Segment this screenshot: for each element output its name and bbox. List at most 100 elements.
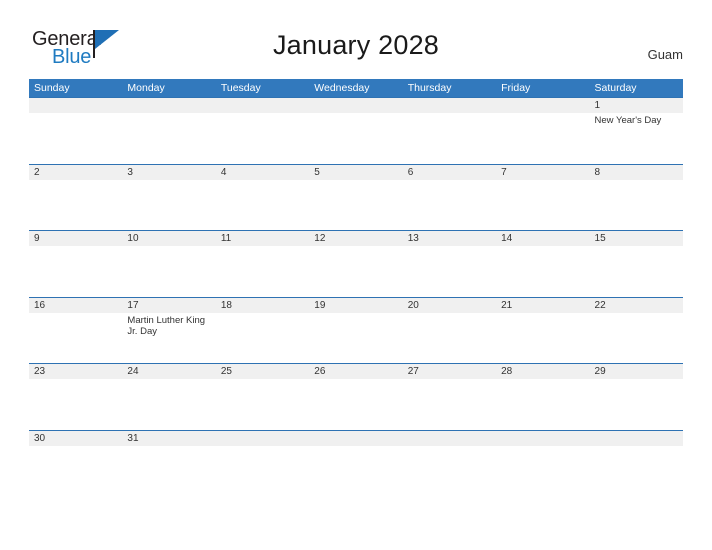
event-cell[interactable] — [29, 246, 122, 296]
day-cell[interactable]: 14 — [496, 231, 589, 246]
day-cell[interactable] — [122, 98, 215, 113]
day-cell[interactable]: 21 — [496, 298, 589, 313]
event-cell[interactable] — [590, 379, 683, 429]
weekday-sunday: Sunday — [34, 82, 70, 94]
event-cell[interactable] — [403, 379, 496, 429]
event-cell[interactable] — [216, 246, 309, 296]
day-cell[interactable]: 27 — [403, 364, 496, 379]
event-cell[interactable] — [29, 180, 122, 230]
day-cell[interactable]: 7 — [496, 165, 589, 180]
weekday-tuesday: Tuesday — [220, 82, 261, 94]
day-cell[interactable] — [29, 98, 122, 113]
day-number: 22 — [594, 299, 606, 311]
event-cell[interactable] — [29, 113, 122, 163]
day-cell[interactable] — [309, 431, 402, 446]
event-cell[interactable] — [216, 446, 309, 496]
event-cell[interactable] — [403, 113, 496, 163]
event-cell[interactable] — [590, 246, 683, 296]
day-cell[interactable]: 10 — [122, 231, 215, 246]
event-cell[interactable] — [29, 446, 122, 496]
event-cell[interactable] — [403, 313, 496, 363]
day-cell[interactable]: 4 — [216, 165, 309, 180]
day-cell[interactable] — [403, 98, 496, 113]
day-cell[interactable]: 28 — [496, 364, 589, 379]
day-cell[interactable] — [590, 431, 683, 446]
day-cell[interactable]: 11 — [216, 231, 309, 246]
event-cell[interactable] — [122, 180, 215, 230]
event-cell[interactable] — [403, 246, 496, 296]
event-cell[interactable] — [309, 313, 402, 363]
day-cell[interactable]: 22 — [590, 298, 683, 313]
day-cell[interactable]: 13 — [403, 231, 496, 246]
event-cell[interactable]: New Year's Day — [590, 113, 683, 163]
event-cell[interactable] — [309, 379, 402, 429]
day-cell[interactable] — [496, 98, 589, 113]
event-cell[interactable] — [29, 379, 122, 429]
event-cell[interactable] — [122, 379, 215, 429]
day-cell[interactable]: 5 — [309, 165, 402, 180]
day-number: 18 — [220, 299, 232, 311]
day-cell[interactable]: 8 — [590, 165, 683, 180]
day-number: 12 — [314, 233, 326, 244]
event-cell[interactable] — [496, 180, 589, 230]
event-cell[interactable] — [309, 246, 402, 296]
day-cell[interactable]: 26 — [309, 364, 402, 379]
weekday-thursday: Thursday — [407, 82, 452, 94]
day-cell[interactable]: 12 — [309, 231, 402, 246]
event-cell[interactable] — [216, 313, 309, 363]
day-cell[interactable]: 6 — [403, 165, 496, 180]
day-cell[interactable]: 2 — [29, 165, 122, 180]
event-cell[interactable] — [496, 446, 589, 496]
day-cell[interactable]: 3 — [122, 165, 215, 180]
event-cell[interactable] — [496, 113, 589, 163]
day-number: 26 — [314, 366, 326, 377]
event-cell[interactable] — [309, 180, 402, 230]
event-cell[interactable] — [29, 313, 122, 363]
day-cell[interactable]: 15 — [590, 231, 683, 246]
day-cell[interactable]: 9 — [29, 231, 122, 246]
week-row: 30 31 — [29, 429, 683, 497]
day-cell[interactable] — [216, 431, 309, 446]
event-cell[interactable] — [122, 446, 215, 496]
event-cell[interactable] — [122, 246, 215, 296]
event-cell[interactable] — [496, 379, 589, 429]
day-cell[interactable] — [496, 431, 589, 446]
event-cell[interactable] — [590, 313, 683, 363]
event-cell[interactable] — [216, 113, 309, 163]
page-title: January 2028 — [272, 30, 440, 60]
day-cell[interactable]: 29 — [590, 364, 683, 379]
event-cell[interactable] — [309, 446, 402, 496]
event-cell[interactable] — [590, 446, 683, 496]
week-row: 16 17 18 19 20 21 22 Martin Luther King … — [29, 296, 683, 364]
day-cell[interactable]: 18 — [216, 298, 309, 313]
event-cell[interactable] — [216, 379, 309, 429]
week-row: 9 10 11 12 13 14 15 — [29, 230, 683, 297]
day-number: 15 — [594, 233, 606, 244]
day-cell[interactable]: 20 — [403, 298, 496, 313]
day-cell[interactable]: 25 — [216, 364, 309, 379]
week-event-band: Martin Luther King Jr. Day — [29, 312, 683, 363]
day-number: 3 — [127, 166, 133, 178]
event-cell[interactable] — [496, 313, 589, 363]
day-number: 20 — [407, 299, 419, 311]
event-cell[interactable] — [309, 113, 402, 163]
day-cell[interactable]: 19 — [309, 298, 402, 313]
day-cell[interactable]: 30 — [29, 431, 122, 446]
day-cell[interactable]: 23 — [29, 364, 122, 379]
day-cell[interactable] — [403, 431, 496, 446]
event-cell[interactable] — [122, 113, 215, 163]
day-cell[interactable]: 16 — [29, 298, 122, 313]
event-cell[interactable] — [403, 180, 496, 230]
day-cell[interactable] — [309, 98, 402, 113]
day-cell[interactable]: 31 — [122, 431, 215, 446]
day-cell[interactable]: 17 — [122, 298, 215, 313]
event-cell[interactable] — [403, 446, 496, 496]
event-cell[interactable]: Martin Luther King Jr. Day — [122, 313, 215, 363]
day-cell[interactable] — [216, 98, 309, 113]
event-cell[interactable] — [496, 246, 589, 296]
day-cell[interactable]: 1 — [590, 98, 683, 113]
event-cell[interactable] — [216, 180, 309, 230]
day-cell[interactable]: 24 — [122, 364, 215, 379]
event-cell[interactable] — [590, 180, 683, 230]
day-number: 21 — [501, 299, 513, 311]
